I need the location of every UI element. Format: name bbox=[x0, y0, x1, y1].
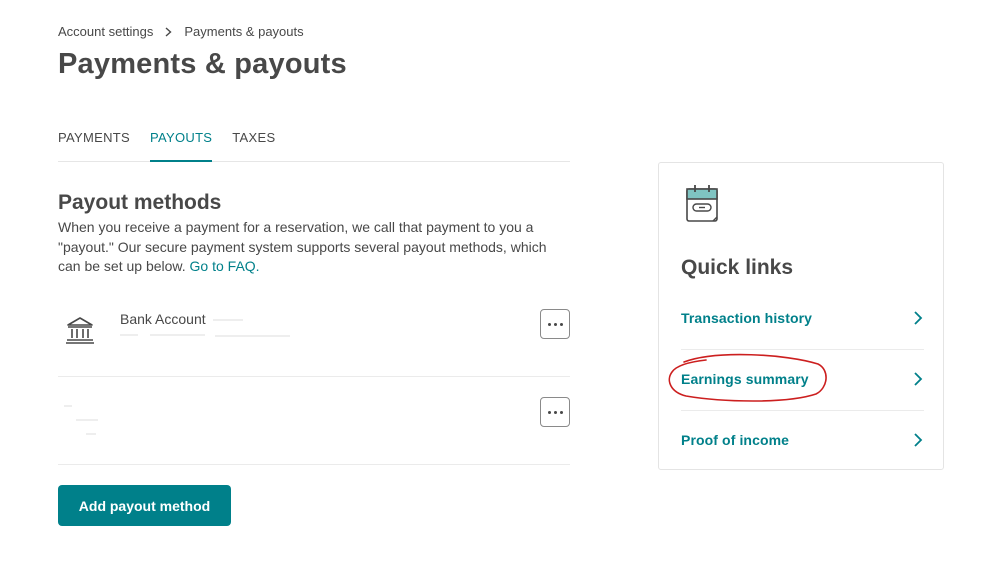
tab-taxes[interactable]: TAXES bbox=[232, 121, 275, 160]
breadcrumb: Account settings Payments & payouts bbox=[58, 24, 304, 39]
quick-link-label: Transaction history bbox=[681, 310, 813, 326]
redacted-text bbox=[76, 419, 98, 421]
redacted-account-details bbox=[120, 331, 290, 339]
redacted-text bbox=[213, 319, 243, 321]
chevron-right-icon bbox=[912, 371, 924, 387]
quick-link-label: Earnings summary bbox=[681, 371, 809, 387]
payout-method-row: Bank Account bbox=[58, 289, 570, 377]
quick-link-transaction-history[interactable]: Transaction history bbox=[681, 288, 924, 350]
tab-bar: PAYMENTS PAYOUTS TAXES bbox=[58, 121, 570, 162]
quick-links-title: Quick links bbox=[681, 256, 794, 279]
quick-link-label: Proof of income bbox=[681, 432, 790, 448]
chevron-right-icon bbox=[165, 26, 172, 37]
payout-method-row bbox=[58, 377, 570, 465]
quick-link-earnings-summary[interactable]: Earnings summary bbox=[681, 349, 924, 411]
redacted-text bbox=[86, 433, 96, 435]
more-options-button[interactable] bbox=[540, 397, 570, 427]
bank-icon bbox=[65, 316, 95, 344]
quick-links-card: Quick links Transaction history Earnings… bbox=[658, 162, 944, 470]
tab-payouts[interactable]: PAYOUTS bbox=[149, 121, 213, 162]
tab-payments[interactable]: PAYMENTS bbox=[58, 121, 130, 160]
redacted-text bbox=[64, 405, 72, 407]
bank-account-label: Bank Account bbox=[120, 311, 206, 327]
description-text: When you receive a payment for a reserva… bbox=[58, 219, 547, 274]
calendar-icon bbox=[683, 183, 721, 225]
chevron-right-icon bbox=[912, 432, 924, 448]
more-options-button[interactable] bbox=[540, 309, 570, 339]
payout-methods-title: Payout methods bbox=[58, 191, 222, 214]
faq-link[interactable]: Go to FAQ. bbox=[190, 258, 260, 274]
payout-methods-description: When you receive a payment for a reserva… bbox=[58, 218, 568, 277]
breadcrumb-current: Payments & payouts bbox=[184, 24, 304, 39]
breadcrumb-account-settings[interactable]: Account settings bbox=[58, 24, 153, 39]
chevron-right-icon bbox=[912, 310, 924, 326]
add-payout-method-button[interactable]: Add payout method bbox=[58, 485, 231, 526]
page-title: Payments & payouts bbox=[58, 48, 347, 80]
quick-link-proof-of-income[interactable]: Proof of income bbox=[681, 410, 924, 471]
